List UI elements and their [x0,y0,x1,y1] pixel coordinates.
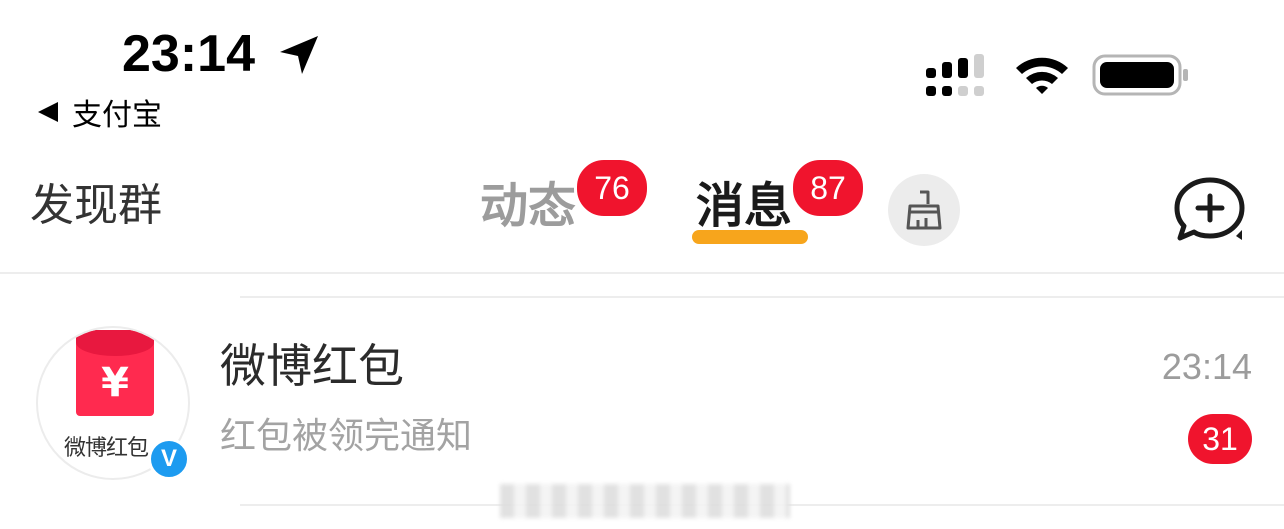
red-envelope-icon: ¥ [76,330,154,416]
compose-message-icon[interactable] [1170,174,1248,246]
back-to-app-button[interactable]: 支付宝 [38,92,162,133]
back-triangle-icon [38,102,58,122]
back-app-label: 支付宝 [72,98,162,133]
tab-feed[interactable]: 动态 [480,176,576,236]
messages-unread-badge: 87 [790,157,866,219]
discover-groups-button[interactable]: 发现群 [30,176,162,236]
conversation-unread-badge: 31 [1188,414,1252,464]
tab-messages[interactable]: 消息 [696,176,792,236]
conversation-preview: 红包被领完通知 [220,416,473,457]
verified-badge-icon: V [148,438,190,480]
wifi-icon [1016,57,1068,94]
location-arrow-icon [280,36,318,74]
cellular-signal-icon [926,54,984,96]
yen-symbol: ¥ [101,360,129,406]
conversation-time: 23:14 [1161,346,1252,387]
broom-icon [906,190,942,230]
redacted-region [500,484,790,518]
battery-icon [1092,54,1188,96]
feed-unread-badge: 76 [574,157,650,219]
active-tab-indicator [692,230,808,244]
header-divider [0,272,1284,274]
conversation-name: 微博红包 [220,339,404,393]
list-divider [240,296,1284,298]
status-time: 23:14 [122,25,255,83]
avatar-caption: 微博红包 [64,436,149,461]
clear-unread-button[interactable] [888,174,960,246]
conversation-row[interactable]: ¥ 微博红包 V 微博红包 红包被领完通知 23:14 31 [0,300,1284,500]
